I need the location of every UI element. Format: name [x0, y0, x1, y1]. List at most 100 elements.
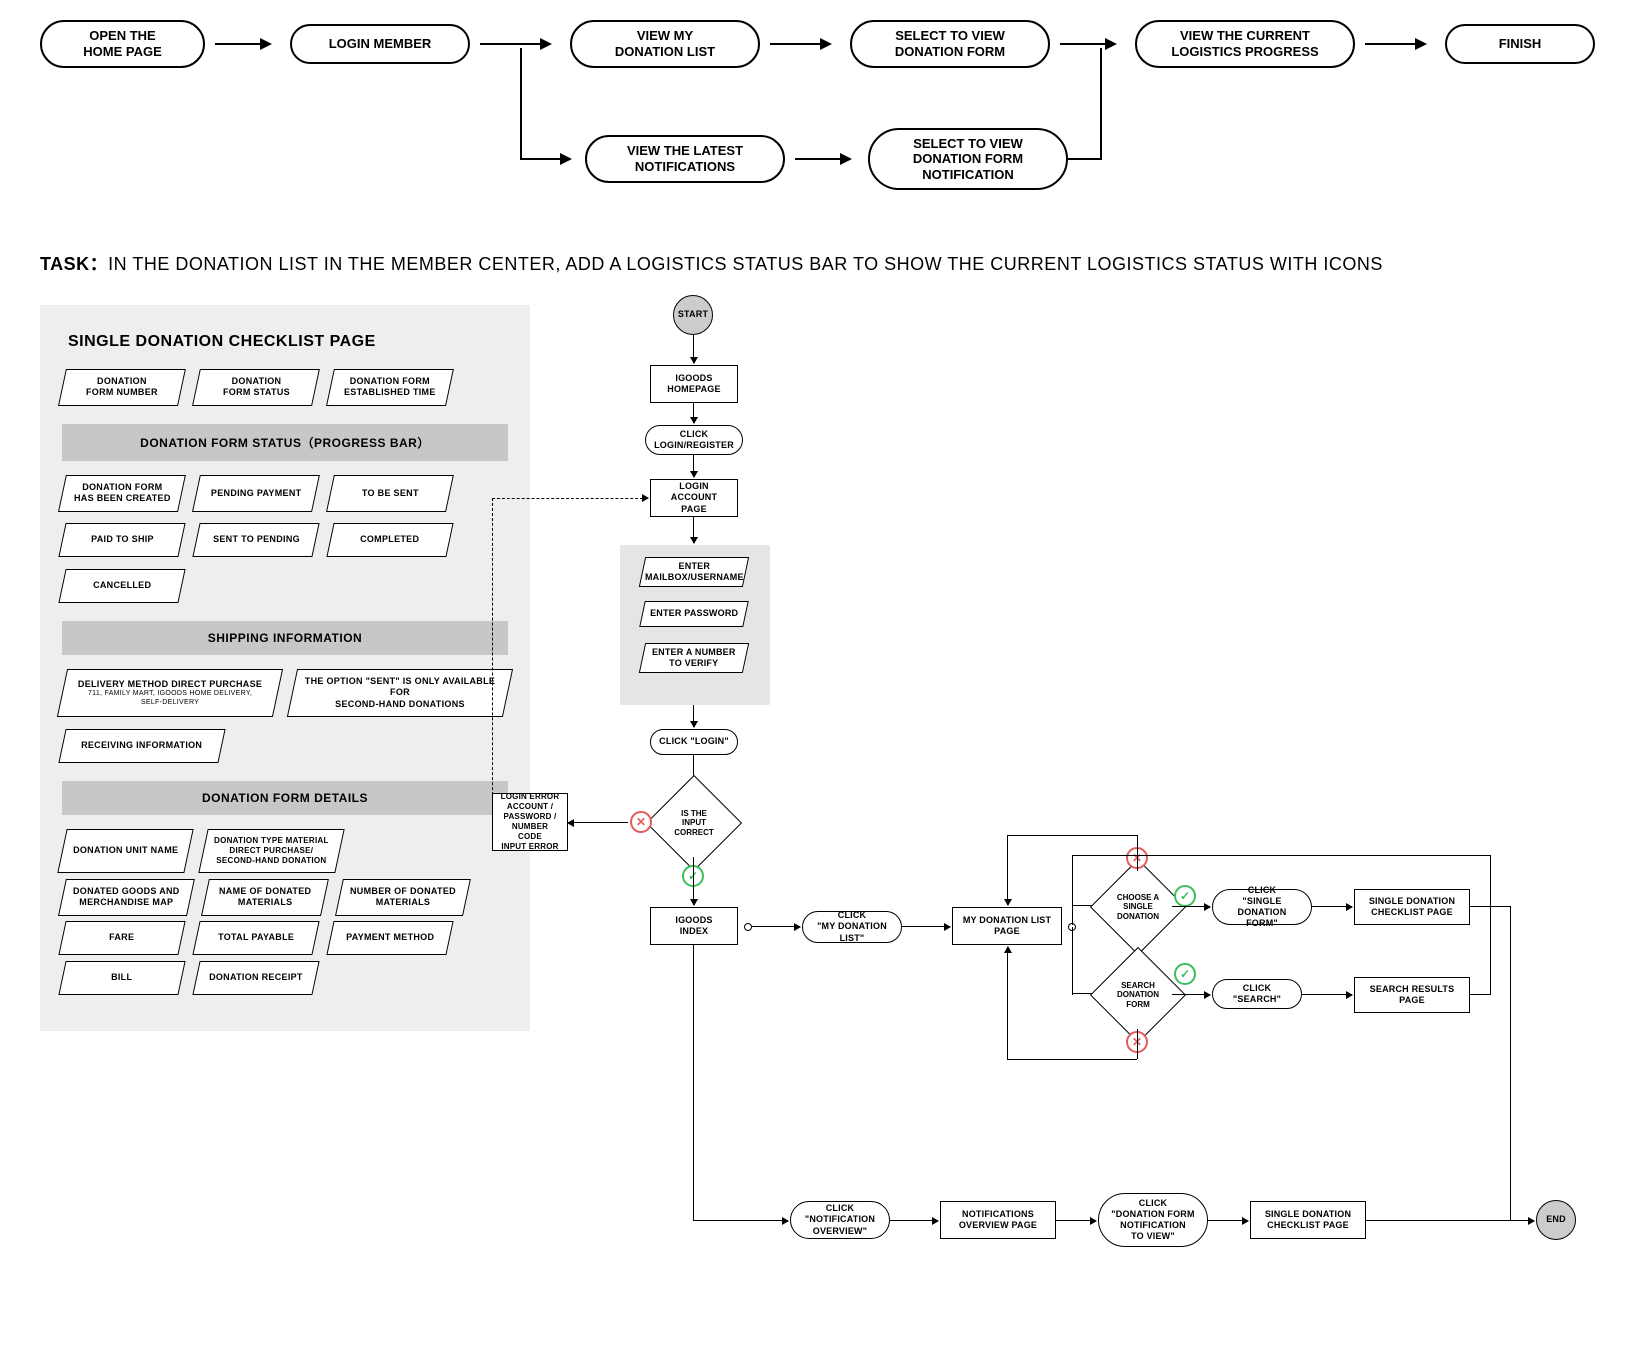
connector	[1100, 48, 1102, 159]
section-shipping: SHIPPING INFORMATION	[62, 621, 508, 655]
flow-search-form: SEARCHDONATIONFORM	[1090, 947, 1186, 1043]
top-step-view-list: VIEW MYDONATION LIST	[570, 20, 760, 68]
chip-delivery-method: DELIVERY METHOD DIRECT PURCHASE711, FAMI…	[57, 669, 283, 717]
connector	[693, 705, 694, 727]
chip-pending-payment: PENDING PAYMENT	[192, 475, 320, 512]
arrow-icon	[520, 158, 570, 160]
connector	[1312, 906, 1352, 907]
panel-title: SINGLE DONATION CHECKLIST PAGE	[68, 333, 508, 351]
chip-completed: COMPLETED	[326, 523, 453, 557]
connector	[1007, 835, 1137, 836]
flow-search-results: SEARCH RESULTSPAGE	[1354, 977, 1470, 1013]
junction-dot	[744, 923, 752, 931]
arrow-icon	[1365, 43, 1425, 45]
flow-notif-overview-page: NOTIFICATIONSOVERVIEW PAGE	[940, 1201, 1056, 1239]
connector	[902, 926, 950, 927]
connector	[693, 335, 694, 363]
connector	[1172, 906, 1210, 907]
chip-material-qty: NUMBER OF DONATEDMATERIALS	[335, 879, 471, 916]
flow-single-checklist-2: SINGLE DONATIONCHECKLIST PAGE	[1250, 1201, 1366, 1239]
arrow-icon	[215, 43, 270, 45]
arrow-icon	[480, 43, 550, 45]
connector	[1510, 1220, 1534, 1221]
flow-single-checklist: SINGLE DONATIONCHECKLIST PAGE	[1354, 889, 1470, 925]
top-branch-select-notif: SELECT TO VIEWDONATION FORMNOTIFICATION	[868, 128, 1068, 190]
connector	[1068, 158, 1102, 160]
flow-is-correct: IS THEINPUTCORRECT	[646, 775, 742, 871]
arrow-icon	[520, 48, 522, 158]
connector-dashed	[492, 498, 648, 499]
chip-material-name: NAME OF DONATEDMATERIALS	[201, 879, 329, 916]
flow-my-list-page: MY DONATION LISTPAGE	[952, 907, 1062, 945]
top-step-finish: FINISH	[1445, 24, 1595, 64]
chip-sent-note: THE OPTION "SENT" IS ONLY AVAILABLE FORS…	[287, 669, 513, 717]
flow-click-search: CLICK"SEARCH"	[1212, 979, 1302, 1009]
connector	[693, 517, 694, 543]
arrow-icon	[1060, 43, 1115, 45]
connector	[693, 857, 694, 905]
arrow-icon	[642, 494, 649, 502]
flow-click-notif-to-view: CLICK"DONATION FORMNOTIFICATIONTO VIEW"	[1098, 1193, 1208, 1247]
connector	[693, 403, 694, 423]
connector	[1302, 994, 1352, 995]
flow-click-login-btn: CLICK "LOGIN"	[650, 729, 738, 755]
arrow-icon	[770, 43, 830, 45]
flow-choose-single: CHOOSE ASINGLE DONATION	[1090, 859, 1186, 955]
chip-unit-name: DONATION UNIT NAME	[57, 829, 194, 873]
main-flowchart: START IGOODSHOMEPAGE CLICKLOGIN/REGISTER…	[560, 295, 1620, 1335]
chip-cancelled: CANCELLED	[58, 569, 185, 603]
flow-click-notif-overview: CLICK"NOTIFICATIONOVERVIEW"	[790, 1201, 890, 1239]
chip-goods-map: DONATED GOODS ANDMERCHANDISE MAP	[58, 879, 194, 916]
chip-form-number: DONATIONFORM NUMBER	[58, 369, 186, 406]
flow-homepage: IGOODSHOMEPAGE	[650, 365, 738, 403]
connector	[1366, 1220, 1510, 1221]
check-icon: ✓	[1174, 885, 1196, 907]
flow-login-error: LOGIN ERRORACCOUNT /PASSWORD /NUMBER COD…	[492, 793, 568, 851]
connector	[1470, 994, 1490, 995]
connector	[890, 1220, 938, 1221]
connector	[693, 1220, 788, 1221]
chip-total-payable: TOTAL PAYABLE	[192, 921, 319, 955]
connector	[1072, 855, 1490, 856]
chip-sent-to-pending: SENT TO PENDING	[192, 523, 319, 557]
chip-bill: BILL	[58, 961, 185, 995]
top-branch-notifications: VIEW THE LATESTNOTIFICATIONS	[585, 135, 785, 183]
chip-established-time: DONATION FORMESTABLISHED TIME	[326, 369, 454, 406]
top-step-open-home: OPEN THEHOME PAGE	[40, 20, 205, 68]
connector	[1208, 1220, 1248, 1221]
flow-click-my-list: CLICK"MY DONATION LIST"	[802, 911, 902, 943]
chip-created: DONATION FORMHAS BEEN CREATED	[58, 475, 186, 512]
top-step-login: LOGIN MEMBER	[290, 24, 470, 64]
flow-login-page: LOGINACCOUNT PAGE	[650, 479, 738, 517]
flow-enter-pass: ENTER PASSWORD	[639, 601, 749, 627]
connector	[693, 455, 694, 477]
connector	[1072, 855, 1073, 925]
check-icon: ✓	[1174, 963, 1196, 985]
connector-dashed	[492, 498, 493, 820]
connector	[1007, 947, 1008, 1059]
connector	[1172, 994, 1210, 995]
connector	[568, 822, 628, 823]
task-description: TASK：IN THE DONATION LIST IN THE MEMBER …	[40, 250, 1383, 276]
flow-enter-code: ENTER A NUMBERTO VERIFY	[639, 643, 749, 673]
cross-icon: ✕	[630, 811, 652, 833]
connector	[1007, 1059, 1137, 1060]
connector	[1137, 835, 1138, 871]
flow-start: START	[673, 295, 713, 335]
top-step-select-form: SELECT TO VIEWDONATION FORM	[850, 20, 1050, 68]
chip-receiving-info: RECEIVING INFORMATION	[58, 729, 225, 763]
connector	[752, 926, 800, 927]
chip-paid-to-ship: PAID TO SHIP	[58, 523, 185, 557]
chip-to-be-sent: TO BE SENT	[326, 475, 454, 512]
flow-enter-user: ENTERMAILBOX/USERNAME	[639, 557, 749, 587]
checklist-panel: SINGLE DONATION CHECKLIST PAGE DONATIONF…	[40, 305, 530, 1031]
connector	[1007, 835, 1008, 905]
chip-receipt: DONATION RECEIPT	[192, 961, 319, 995]
arrow-icon	[795, 158, 850, 160]
flow-click-login: CLICKLOGIN/REGISTER	[645, 425, 743, 455]
connector	[1072, 927, 1073, 995]
flow-click-single-form: CLICK"SINGLE DONATIONFORM"	[1212, 889, 1312, 925]
connector	[1490, 855, 1491, 995]
chip-payment-method: PAYMENT METHOD	[326, 921, 453, 955]
chip-form-status: DONATIONFORM STATUS	[192, 369, 320, 406]
